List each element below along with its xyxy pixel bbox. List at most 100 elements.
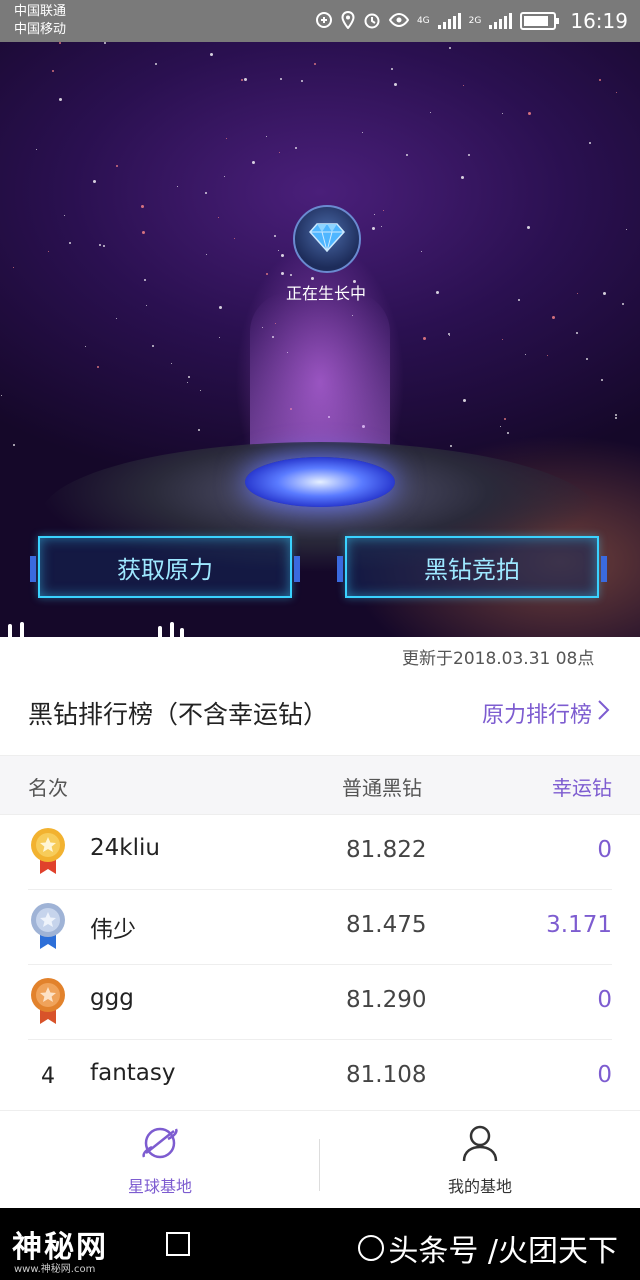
- star: [468, 154, 470, 156]
- star: [518, 299, 520, 301]
- carrier-2: 中国移动: [14, 22, 67, 37]
- black-diamond-auction-button[interactable]: 黑钻竞拍: [337, 536, 607, 598]
- star: [450, 445, 452, 447]
- carrier-info: 中国联通 中国移动: [14, 3, 66, 39]
- tab-planet-base[interactable]: 星球基地: [0, 1111, 320, 1209]
- status-icons: 4G 2G 16:19: [315, 0, 628, 42]
- location-icon: [341, 10, 355, 32]
- star: [507, 432, 509, 434]
- star: [314, 63, 316, 65]
- clock: 16:19: [570, 9, 628, 33]
- star: [99, 244, 101, 246]
- star: [13, 444, 15, 446]
- table-row[interactable]: 4 fantasy 81.108 0: [28, 1040, 612, 1115]
- drip-decoration: [0, 622, 200, 676]
- normal-diamond-value: 81.475: [346, 912, 427, 938]
- star: [430, 112, 431, 113]
- star: [406, 154, 408, 156]
- bottom-tab-bar: 星球基地 我的基地: [0, 1110, 640, 1208]
- star: [423, 337, 426, 340]
- lucky-diamond-value: 0: [597, 987, 612, 1013]
- star: [1, 395, 2, 396]
- normal-diamond-value: 81.290: [346, 987, 427, 1013]
- star: [116, 318, 117, 319]
- star: [187, 382, 188, 383]
- star: [599, 79, 601, 81]
- star: [421, 251, 422, 252]
- star: [226, 138, 227, 139]
- star: [449, 47, 451, 49]
- signal-icon-2: [489, 13, 513, 29]
- star: [177, 186, 178, 187]
- network-2g-label: 2G: [468, 16, 482, 26]
- star: [463, 85, 464, 86]
- star: [552, 316, 555, 319]
- star: [200, 390, 201, 391]
- star: [59, 98, 62, 101]
- data-saver-icon: [315, 11, 333, 32]
- star: [280, 78, 282, 80]
- home-button[interactable]: [358, 1235, 385, 1261]
- status-bar: 中国联通 中国移动 4G 2G 16:19: [0, 0, 640, 42]
- star: [142, 231, 145, 234]
- star: [504, 418, 506, 420]
- diamond-icon: [308, 222, 346, 256]
- ranking-title: 黑钻排行榜（不含幸运钻）: [28, 700, 329, 729]
- gold-medal-icon: [28, 827, 68, 875]
- star: [274, 235, 276, 237]
- star: [295, 147, 297, 149]
- star: [152, 345, 154, 347]
- star: [586, 358, 588, 360]
- star: [210, 53, 213, 56]
- star: [616, 92, 617, 93]
- silver-medal-icon: [28, 902, 68, 950]
- carrier-1: 中国联通: [14, 4, 67, 19]
- star: [252, 161, 255, 164]
- star: [155, 63, 157, 65]
- star: [301, 80, 303, 82]
- lucky-diamond-value: 0: [597, 837, 612, 863]
- star: [146, 305, 147, 306]
- star: [527, 226, 530, 229]
- recent-apps-button[interactable]: [166, 1232, 190, 1256]
- star: [104, 42, 106, 44]
- star: [381, 226, 382, 227]
- star: [141, 205, 144, 208]
- star: [13, 267, 14, 268]
- get-force-button[interactable]: 获取原力: [30, 536, 300, 598]
- lucky-diamond-value: 3.171: [546, 912, 612, 938]
- normal-diamond-value: 81.822: [346, 837, 427, 863]
- star: [525, 354, 526, 355]
- star: [241, 79, 243, 81]
- table-row[interactable]: ggg 81.290 0: [28, 965, 612, 1040]
- star: [64, 215, 65, 216]
- star: [615, 414, 617, 416]
- star: [603, 292, 606, 295]
- diamond-growing-button[interactable]: [293, 205, 361, 273]
- system-nav-bar: 神秘网 www.神秘网.com 头条号 /火团天下: [0, 1208, 640, 1280]
- star: [281, 254, 284, 257]
- star: [116, 165, 118, 167]
- star: [97, 366, 99, 368]
- player-name: 伟少: [90, 917, 136, 943]
- star: [436, 291, 439, 294]
- header-rank: 名次: [28, 776, 68, 800]
- star: [266, 273, 268, 275]
- force-ranking-label: 原力排行榜: [481, 703, 592, 728]
- planet-icon: [140, 1123, 180, 1167]
- tab-my-base[interactable]: 我的基地: [320, 1111, 640, 1209]
- star: [589, 142, 591, 144]
- player-name: fantasy: [90, 1060, 176, 1086]
- star: [615, 417, 617, 419]
- growing-label: 正在生长中: [285, 284, 366, 303]
- force-ranking-link[interactable]: 原力排行榜: [482, 697, 610, 729]
- tab-my-base-label: 我的基地: [447, 1177, 512, 1196]
- star: [144, 279, 146, 281]
- table-row[interactable]: 伟少 81.475 3.171: [28, 890, 612, 965]
- star: [198, 429, 200, 431]
- star: [218, 217, 219, 218]
- star: [93, 180, 96, 183]
- header-normal: 普通黑钻: [342, 776, 422, 800]
- star: [577, 293, 578, 294]
- table-row[interactable]: 24kliu 81.822 0: [28, 815, 612, 890]
